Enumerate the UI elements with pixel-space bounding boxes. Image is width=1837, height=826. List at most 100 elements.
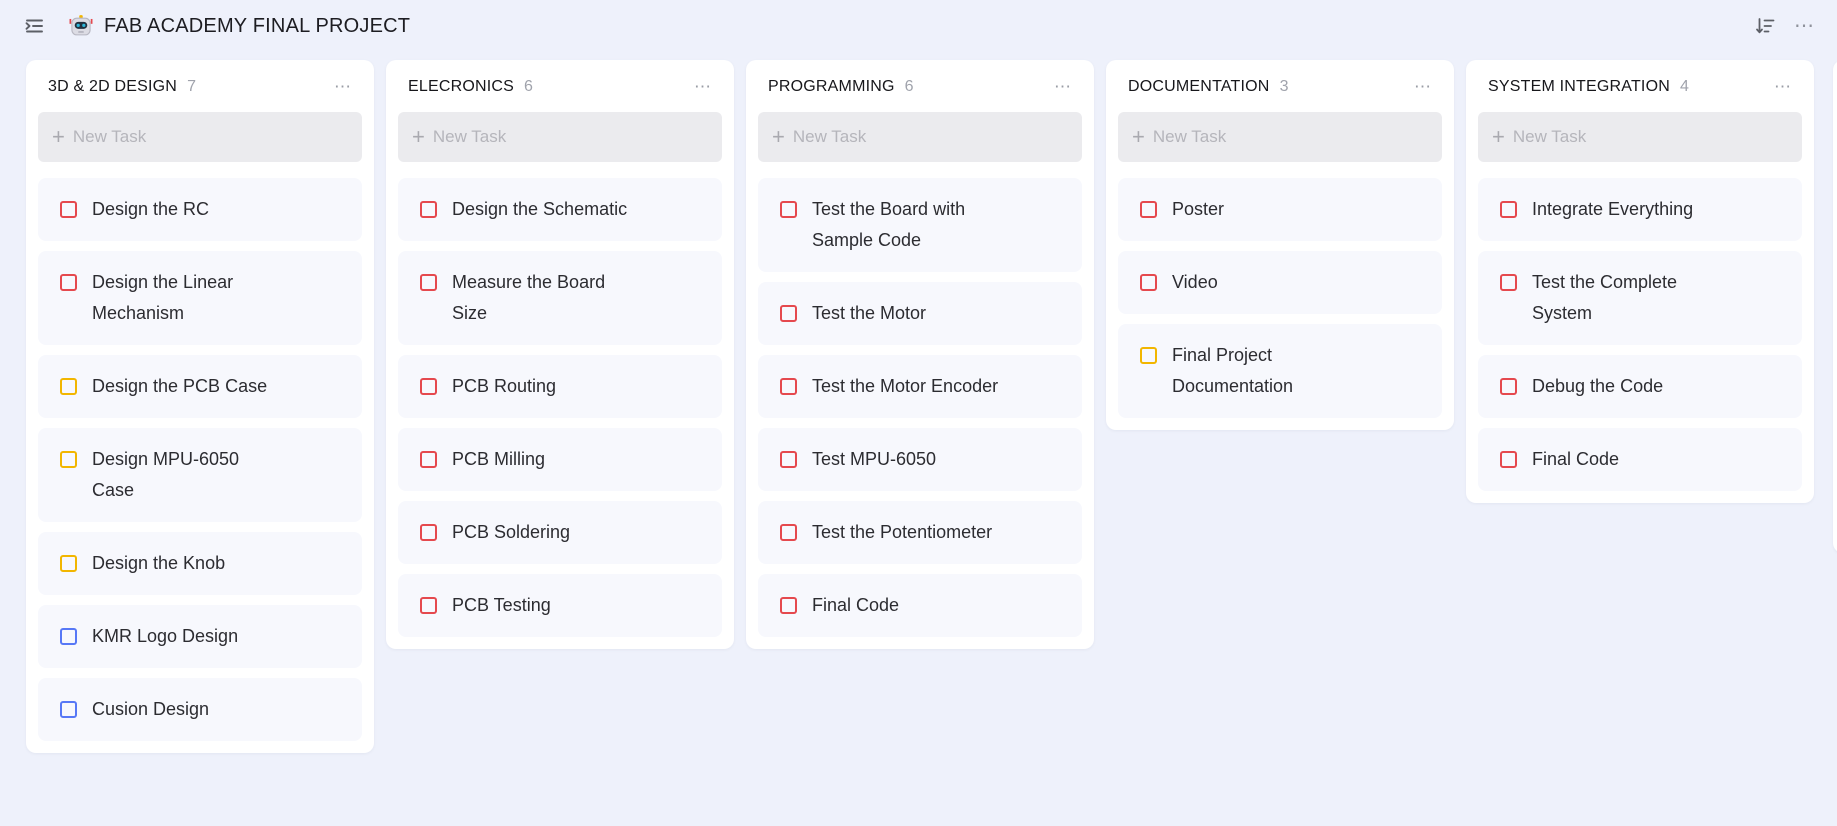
- plus-icon: [1132, 124, 1145, 150]
- task-checkbox[interactable]: [420, 378, 437, 395]
- task-card[interactable]: Final Code: [758, 574, 1082, 637]
- sort-icon: [1754, 15, 1776, 37]
- task-checkbox[interactable]: [420, 274, 437, 291]
- partial-column: [1833, 60, 1837, 553]
- task-checkbox[interactable]: [1140, 201, 1157, 218]
- task-card[interactable]: Design the RC: [38, 178, 362, 241]
- task-label: Design the RC: [92, 194, 209, 225]
- sort-button[interactable]: [1750, 11, 1780, 41]
- column-title: ELECRONICS: [408, 78, 514, 96]
- sidebar-toggle-button[interactable]: [18, 10, 50, 42]
- task-checkbox[interactable]: [60, 378, 77, 395]
- column-count: 7: [187, 78, 196, 96]
- task-card[interactable]: PCB Soldering: [398, 501, 722, 564]
- task-card[interactable]: Integrate Everything: [1478, 178, 1802, 241]
- board-column: ELECRONICS 6 ⋯ New Task Design the Schem…: [386, 60, 734, 649]
- task-label: Test the Motor Encoder: [812, 371, 998, 402]
- task-checkbox[interactable]: [780, 201, 797, 218]
- column-more-button[interactable]: ⋯: [1050, 78, 1076, 96]
- task-checkbox[interactable]: [420, 524, 437, 541]
- new-task-input[interactable]: New Task: [758, 112, 1082, 162]
- task-label: PCB Testing: [452, 590, 551, 621]
- task-checkbox[interactable]: [60, 628, 77, 645]
- task-checkbox[interactable]: [60, 274, 77, 291]
- plus-icon: [772, 124, 785, 150]
- task-checkbox[interactable]: [1500, 201, 1517, 218]
- task-card[interactable]: Design the Linear Mechanism: [38, 251, 362, 345]
- task-card[interactable]: Test the Motor: [758, 282, 1082, 345]
- new-task-placeholder: New Task: [1513, 127, 1586, 147]
- task-checkbox[interactable]: [1500, 451, 1517, 468]
- task-checkbox[interactable]: [1500, 274, 1517, 291]
- task-card[interactable]: Design the PCB Case: [38, 355, 362, 418]
- task-checkbox[interactable]: [60, 555, 77, 572]
- task-card[interactable]: Design the Knob: [38, 532, 362, 595]
- column-more-button[interactable]: ⋯: [690, 78, 716, 96]
- new-task-placeholder: New Task: [793, 127, 866, 147]
- column-count: 6: [524, 78, 533, 96]
- board-more-button[interactable]: ⋯: [1790, 17, 1819, 35]
- ellipsis-icon: ⋯: [1054, 82, 1072, 92]
- column-header: PROGRAMMING 6 ⋯: [758, 74, 1082, 112]
- task-checkbox[interactable]: [60, 451, 77, 468]
- task-checkbox[interactable]: [780, 597, 797, 614]
- task-checkbox[interactable]: [780, 524, 797, 541]
- task-checkbox[interactable]: [780, 451, 797, 468]
- task-list: Integrate Everything Test the Complete S…: [1478, 178, 1802, 491]
- task-list: Test the Board with Sample Code Test the…: [758, 178, 1082, 637]
- new-task-placeholder: New Task: [73, 127, 146, 147]
- task-card[interactable]: Test the Complete System: [1478, 251, 1802, 345]
- task-checkbox[interactable]: [780, 305, 797, 322]
- new-task-input[interactable]: New Task: [1478, 112, 1802, 162]
- task-checkbox[interactable]: [420, 201, 437, 218]
- new-task-placeholder: New Task: [1153, 127, 1226, 147]
- task-card[interactable]: Test the Potentiometer: [758, 501, 1082, 564]
- task-card[interactable]: Test MPU-6050: [758, 428, 1082, 491]
- task-card[interactable]: Poster: [1118, 178, 1442, 241]
- column-more-button[interactable]: ⋯: [1770, 78, 1796, 96]
- task-checkbox[interactable]: [1140, 347, 1157, 364]
- app-header: FAB ACADEMY FINAL PROJECT ⋯: [0, 0, 1837, 52]
- task-card[interactable]: Video: [1118, 251, 1442, 314]
- new-task-input[interactable]: New Task: [38, 112, 362, 162]
- task-list: Design the RC Design the Linear Mechanis…: [38, 178, 362, 741]
- task-checkbox[interactable]: [60, 201, 77, 218]
- task-card[interactable]: Measure the Board Size: [398, 251, 722, 345]
- new-task-input[interactable]: New Task: [1118, 112, 1442, 162]
- column-more-button[interactable]: ⋯: [330, 78, 356, 96]
- task-card[interactable]: Test the Motor Encoder: [758, 355, 1082, 418]
- task-label: PCB Milling: [452, 444, 545, 475]
- task-checkbox[interactable]: [1140, 274, 1157, 291]
- task-card[interactable]: KMR Logo Design: [38, 605, 362, 668]
- task-checkbox[interactable]: [780, 378, 797, 395]
- task-checkbox[interactable]: [420, 451, 437, 468]
- task-card[interactable]: Design MPU-6050 Case: [38, 428, 362, 522]
- task-checkbox[interactable]: [420, 597, 437, 614]
- task-card[interactable]: Test the Board with Sample Code: [758, 178, 1082, 272]
- task-card[interactable]: Design the Schematic: [398, 178, 722, 241]
- task-card[interactable]: Cusion Design: [38, 678, 362, 741]
- task-checkbox[interactable]: [60, 701, 77, 718]
- new-task-input[interactable]: New Task: [398, 112, 722, 162]
- app: FAB ACADEMY FINAL PROJECT ⋯ 3D & 2D DESI…: [0, 0, 1837, 826]
- ellipsis-icon: ⋯: [1414, 82, 1432, 92]
- task-list: Design the Schematic Measure the Board S…: [398, 178, 722, 637]
- task-label: Test the Complete System: [1532, 267, 1722, 329]
- column-more-button[interactable]: ⋯: [1410, 78, 1436, 96]
- task-checkbox[interactable]: [1500, 378, 1517, 395]
- task-card[interactable]: Final Code: [1478, 428, 1802, 491]
- new-task-placeholder: New Task: [433, 127, 506, 147]
- task-label: Test MPU-6050: [812, 444, 936, 475]
- task-card[interactable]: Debug the Code: [1478, 355, 1802, 418]
- column-header: ELECRONICS 6 ⋯: [398, 74, 722, 112]
- task-label: PCB Soldering: [452, 517, 570, 548]
- task-card[interactable]: Final Project Documentation: [1118, 324, 1442, 418]
- task-label: Poster: [1172, 194, 1224, 225]
- column-header: DOCUMENTATION 3 ⋯: [1118, 74, 1442, 112]
- ellipsis-icon: ⋯: [1794, 21, 1815, 31]
- task-label: Measure the Board Size: [452, 267, 642, 329]
- task-card[interactable]: PCB Routing: [398, 355, 722, 418]
- task-label: Test the Motor: [812, 298, 926, 329]
- task-card[interactable]: PCB Milling: [398, 428, 722, 491]
- task-card[interactable]: PCB Testing: [398, 574, 722, 637]
